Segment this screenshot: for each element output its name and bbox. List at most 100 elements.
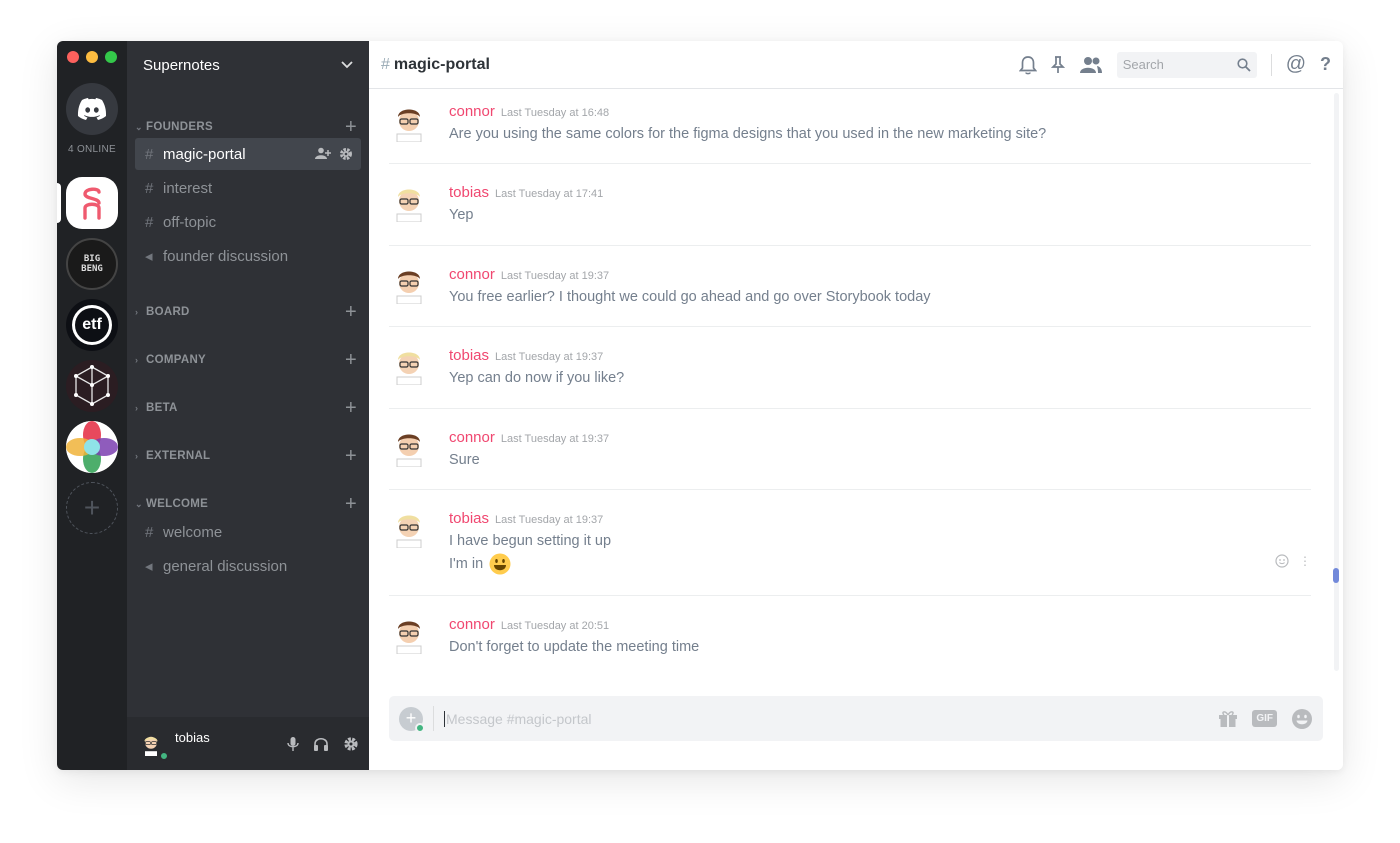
channel-founder-discussion[interactable]: ◂ founder discussion: [135, 240, 361, 272]
emoji-picker-icon[interactable]: [1291, 708, 1313, 730]
help-icon[interactable]: ?: [1320, 54, 1331, 75]
add-channel-icon[interactable]: +: [345, 494, 357, 514]
server-etf[interactable]: etf: [66, 299, 118, 351]
category-founders[interactable]: ⌄ FOUNDERS +: [135, 117, 357, 137]
discord-home-button[interactable]: [66, 83, 118, 135]
avatar[interactable]: [139, 729, 169, 761]
message-text: Are you using the same colors for the fi…: [449, 126, 1047, 142]
add-server-button[interactable]: +: [66, 482, 118, 534]
add-channel-icon[interactable]: +: [345, 117, 357, 137]
message-author[interactable]: connor: [449, 429, 495, 446]
message-text: Yep: [449, 207, 474, 223]
locked-speaker-icon: ◂: [145, 248, 153, 265]
message-timestamp: Last Tuesday at 17:41: [495, 188, 604, 200]
message-composer: + Message #magic-portal GIF: [389, 696, 1323, 741]
server-colors[interactable]: [66, 421, 118, 473]
search-icon: [1237, 57, 1251, 72]
message[interactable]: connor Last Tuesday at 20:51 Don't forget…: [389, 596, 1311, 676]
user-panel: tobias: [127, 717, 369, 770]
message-author[interactable]: connor: [449, 103, 495, 120]
server-cube[interactable]: [66, 360, 118, 412]
message-text: Don't forget to update the meeting time: [449, 639, 700, 655]
gift-icon[interactable]: [1218, 710, 1238, 728]
speaker-icon: ◂: [145, 558, 153, 575]
locked-hash-icon: #: [145, 145, 154, 163]
message-timestamp: Last Tuesday at 19:37: [500, 270, 610, 282]
add-channel-icon[interactable]: +: [345, 302, 357, 322]
server-big-beng[interactable]: BIG BENG: [66, 238, 118, 290]
chevron-right-icon: ›: [135, 403, 139, 413]
message-hover-tools: ⋮: [1275, 554, 1311, 568]
message[interactable]: connor Last Tuesday at 19:37 Sure: [389, 409, 1311, 490]
category-beta[interactable]: › BETA +: [135, 398, 357, 418]
scrollbar-track[interactable]: [1334, 93, 1339, 671]
close-window-button[interactable]: [67, 51, 79, 63]
guild-header[interactable]: Supernotes: [127, 41, 369, 89]
category-welcome[interactable]: ⌄ WELCOME +: [135, 494, 357, 514]
composer-divider: [433, 706, 434, 731]
channel-magic-portal[interactable]: # magic-portal: [135, 138, 361, 170]
channel-general-discussion[interactable]: ◂ general discussion: [135, 550, 361, 582]
message[interactable]: tobias Last Tuesday at 19:37 I have begun…: [389, 490, 1311, 596]
channel-welcome[interactable]: # welcome: [135, 516, 361, 548]
invite-icon[interactable]: [315, 147, 331, 159]
avatar-connor-icon: [396, 621, 422, 654]
locked-hash-icon: #: [145, 179, 154, 197]
members-icon[interactable]: [1079, 56, 1103, 74]
message[interactable]: tobias Last Tuesday at 19:37 Yep can do n…: [389, 327, 1311, 409]
message-input[interactable]: Message #magic-portal: [444, 710, 592, 727]
locked-hash-icon: #: [145, 213, 154, 231]
channel-off-topic[interactable]: # off-topic: [135, 206, 361, 238]
message-author[interactable]: connor: [449, 616, 495, 633]
username: tobias: [175, 730, 210, 745]
message-author[interactable]: tobias: [449, 184, 489, 201]
maximize-window-button[interactable]: [105, 51, 117, 63]
message-text: Sure: [449, 452, 480, 468]
add-channel-icon[interactable]: +: [345, 350, 357, 370]
avatar-tobias-icon: [396, 352, 422, 385]
message[interactable]: connor Last Tuesday at 19:37 You free ear…: [389, 246, 1311, 327]
message[interactable]: connor Last Tuesday at 16:48 Are you usin…: [389, 90, 1311, 164]
message-text: I have begun setting it up: [449, 533, 612, 549]
more-options-icon[interactable]: ⋮: [1299, 554, 1311, 568]
message-timestamp: Last Tuesday at 19:37: [495, 351, 604, 363]
bell-icon[interactable]: [1018, 55, 1037, 75]
microphone-icon[interactable]: [287, 736, 299, 752]
headphones-icon[interactable]: [313, 736, 329, 752]
avatar-tobias-icon: [396, 515, 422, 548]
active-server-indicator: [57, 183, 61, 223]
channel-interest[interactable]: # interest: [135, 172, 361, 204]
etf-logo: etf: [72, 305, 112, 345]
avatar-connor-icon: [396, 109, 422, 142]
category-board[interactable]: › BOARD +: [135, 302, 357, 322]
big-beng-logo: BIG BENG: [81, 254, 103, 274]
add-reaction-icon[interactable]: [1275, 554, 1289, 568]
server-supernotes[interactable]: [66, 177, 118, 229]
gear-icon[interactable]: [343, 736, 359, 752]
message-author[interactable]: tobias: [449, 347, 489, 364]
message[interactable]: tobias Last Tuesday at 17:41 Yep: [389, 164, 1311, 246]
add-channel-icon[interactable]: +: [345, 398, 357, 418]
add-channel-icon[interactable]: +: [345, 446, 357, 466]
cube-logo-icon: [74, 365, 110, 406]
category-external[interactable]: › EXTERNAL +: [135, 446, 357, 466]
avatar-connor-icon: [396, 271, 422, 304]
upload-button[interactable]: +: [399, 706, 425, 733]
locked-hash-icon: #: [381, 55, 390, 73]
colors-logo-icon: [66, 421, 118, 473]
message-author[interactable]: connor: [449, 266, 495, 283]
category-company[interactable]: › COMPANY +: [135, 350, 357, 370]
mentions-icon[interactable]: @: [1286, 53, 1306, 76]
scrollbar-thumb[interactable]: [1333, 568, 1339, 583]
search-input[interactable]: Search: [1116, 51, 1257, 78]
chevron-down-icon: ⌄: [135, 121, 143, 132]
chevron-down-icon: ⌄: [135, 498, 143, 509]
gear-icon[interactable]: [339, 147, 353, 161]
guild-name: Supernotes: [143, 56, 220, 74]
minimize-window-button[interactable]: [86, 51, 98, 63]
gif-button[interactable]: GIF: [1252, 710, 1277, 727]
pin-icon[interactable]: [1050, 55, 1065, 74]
message-text: You free earlier? I thought we could go …: [449, 289, 931, 305]
message-author[interactable]: tobias: [449, 510, 489, 527]
chevron-right-icon: ›: [135, 451, 139, 461]
